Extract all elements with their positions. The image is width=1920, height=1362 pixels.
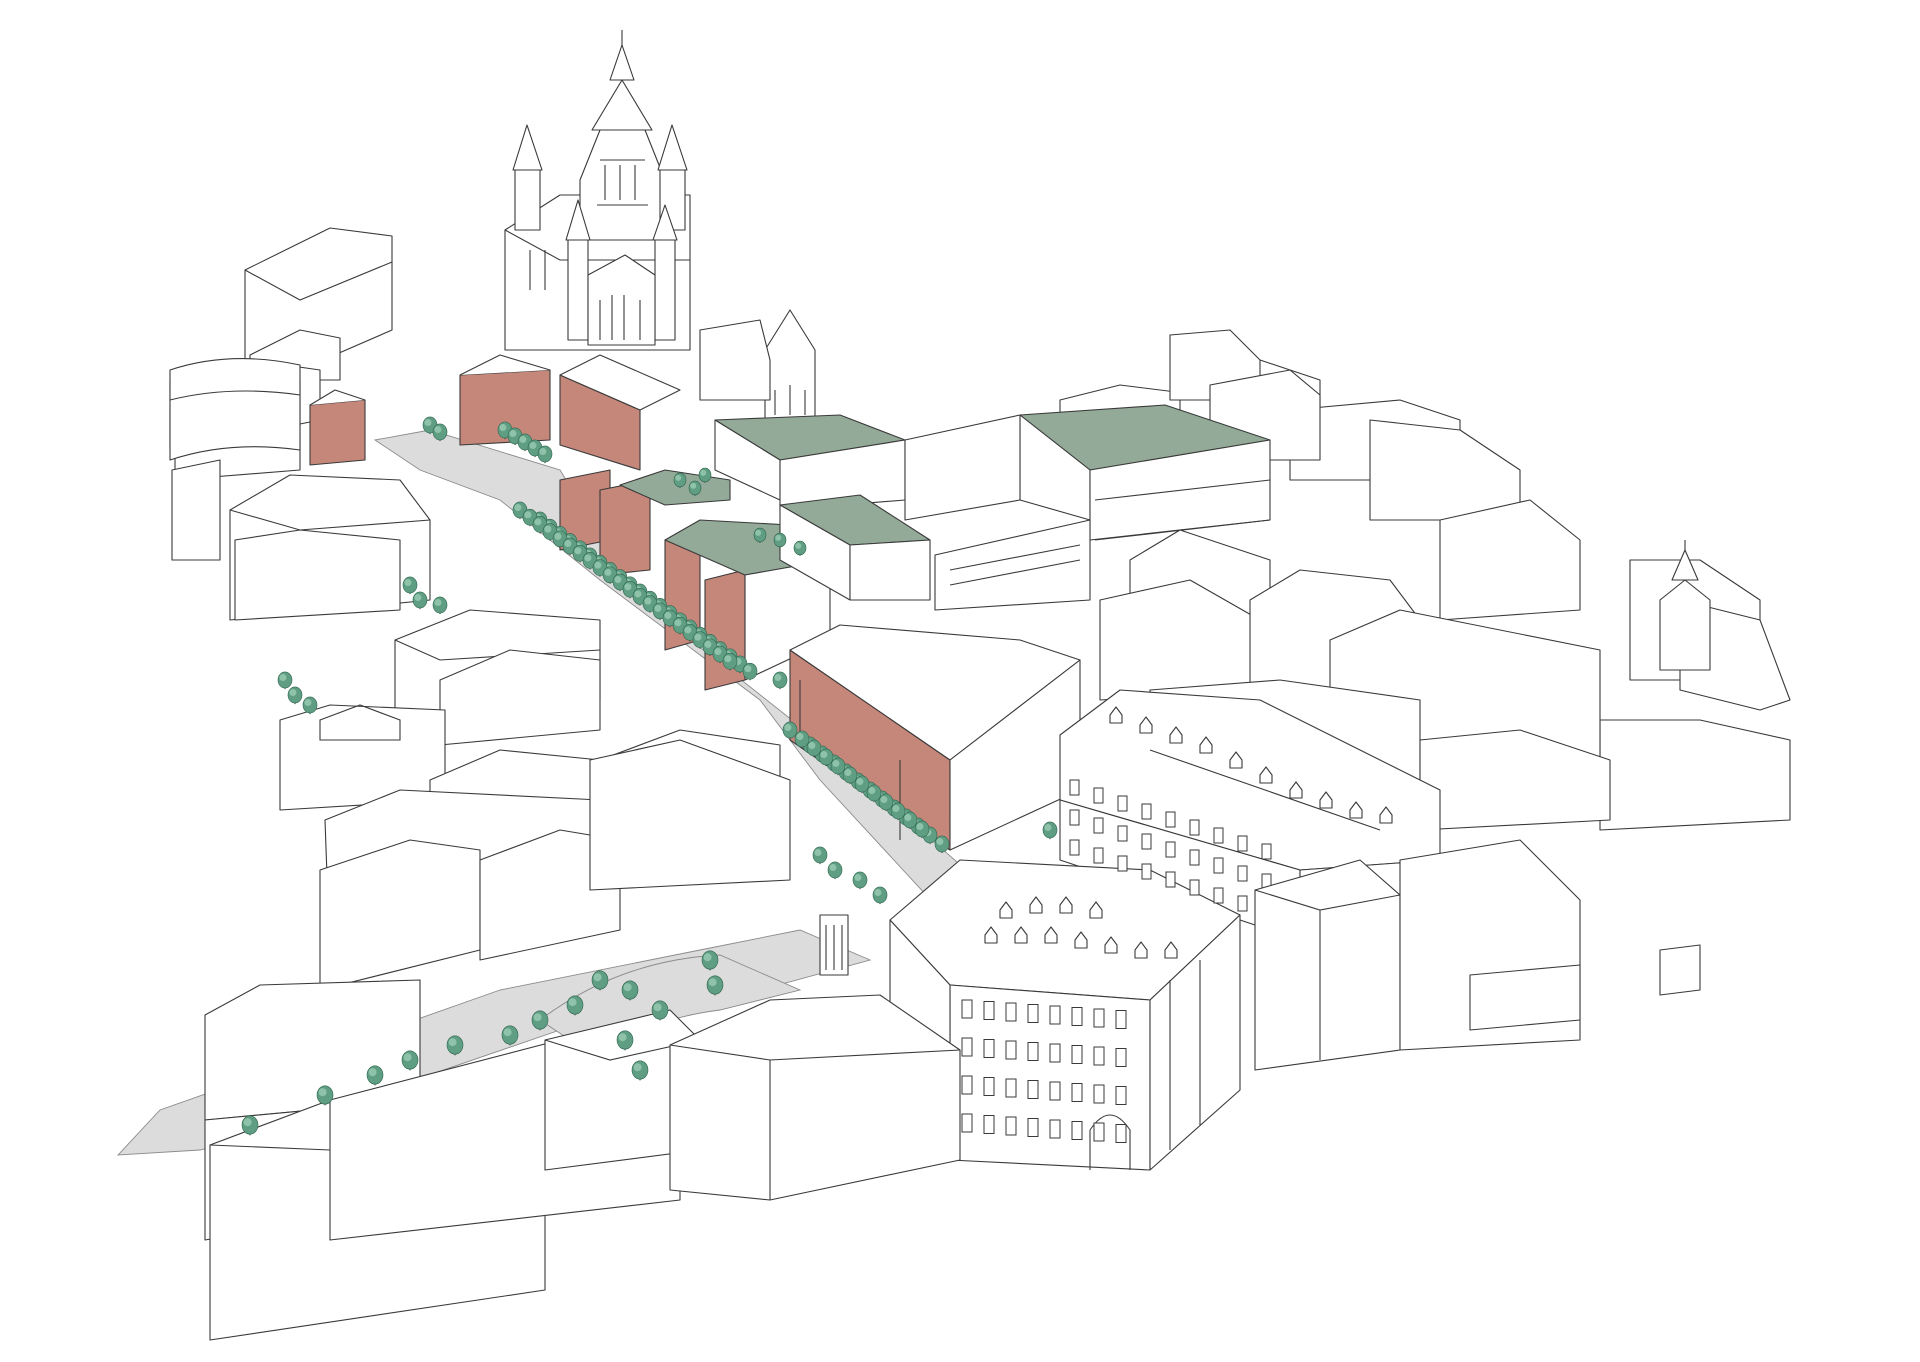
window [1027,1080,1039,1099]
window [983,1077,995,1096]
window [1189,879,1200,896]
window [1189,849,1200,866]
window [983,1001,995,1020]
window [961,999,973,1019]
tree-icon [287,686,303,705]
window [1141,833,1152,850]
window [1141,803,1152,820]
tree-icon [537,445,553,464]
chapel [699,309,816,421]
tree-icon [812,846,828,865]
window [1071,1083,1083,1102]
city-axonometric-svg [116,30,1791,1341]
window [1069,809,1080,826]
window [1027,1118,1039,1137]
window [1005,1040,1017,1060]
window [1093,787,1104,804]
window [1237,835,1248,852]
rotunda [169,358,301,461]
window [1115,1124,1127,1143]
tree-icon [827,861,843,880]
window [1093,1046,1105,1066]
window [961,1113,973,1133]
window [1093,1122,1105,1142]
window [1237,895,1248,912]
window [1165,811,1176,828]
window [1115,1010,1127,1029]
cathedral [504,30,691,351]
window [1117,855,1128,872]
window [1261,843,1272,860]
window [1141,863,1152,880]
window [961,1037,973,1057]
window [1165,871,1176,888]
axonometric-city-drawing [0,0,1920,1357]
window [1005,1078,1017,1098]
window [983,1115,995,1134]
window [1071,1121,1083,1140]
tree-icon [412,591,428,610]
window [1027,1042,1039,1061]
tree-icon [772,671,788,690]
tree-icon [277,671,293,690]
window [1115,1086,1127,1105]
window [1093,817,1104,834]
window [961,1075,973,1095]
window [1005,1116,1017,1136]
window [1071,1007,1083,1026]
window [1049,1043,1061,1063]
window [1005,1002,1017,1022]
window [1069,779,1080,796]
window [1049,1005,1061,1025]
window [1117,795,1128,812]
tree-icon [852,871,868,890]
window [1093,1008,1105,1028]
tree-icon [1042,821,1058,840]
window [1189,819,1200,836]
window [1117,825,1128,842]
window [1049,1119,1061,1139]
window [1165,841,1176,858]
window [1049,1081,1061,1101]
window [1027,1004,1039,1023]
window [1071,1045,1083,1064]
tree-icon [432,596,448,615]
window [1213,857,1224,874]
window [1093,1084,1105,1104]
window [1069,839,1080,856]
window [983,1039,995,1058]
window [1213,887,1224,904]
window [1213,827,1224,844]
monument-tower [819,914,849,976]
window [1115,1048,1127,1067]
tree-icon [872,886,888,905]
window [1237,865,1248,882]
window [1093,847,1104,864]
